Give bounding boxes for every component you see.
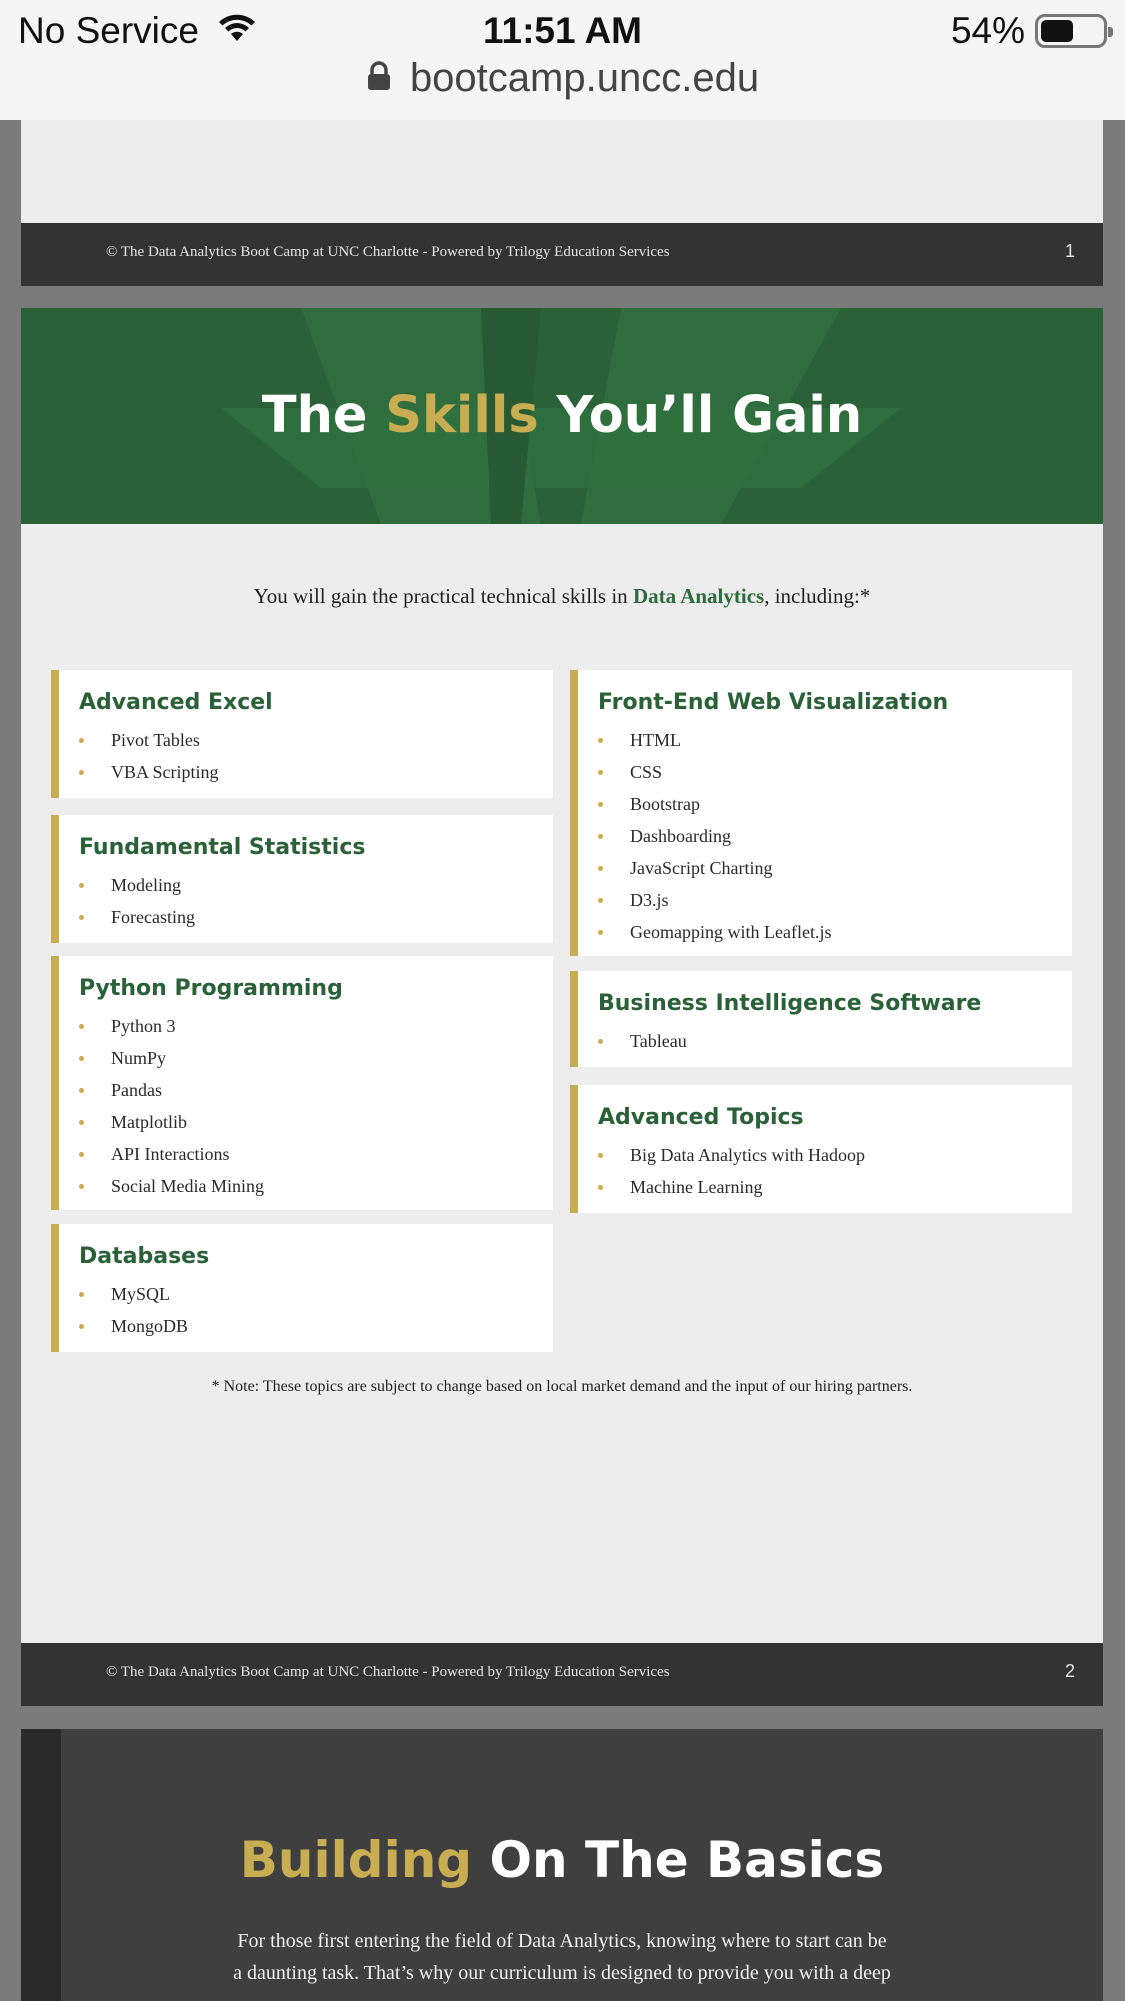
disclaimer-note: * Note: These topics are subject to chan… <box>211 1378 913 1395</box>
intro-part2: , including:* <box>764 584 871 608</box>
skill-list: Tableau <box>598 1025 687 1057</box>
intro-text: You will gain the practical technical sk… <box>21 584 1103 609</box>
battery-percent: 54% <box>950 10 1025 51</box>
card-title: Python Programming <box>79 976 343 1001</box>
title-highlight: Skills <box>385 386 539 445</box>
list-item: Big Data Analytics with Hadoop <box>598 1139 865 1171</box>
skill-list: Python 3 NumPy Pandas Matplotlib API Int… <box>79 1010 264 1202</box>
pdf-page-3: Building On The Basics For those first e… <box>21 1729 1103 2001</box>
list-item: Tableau <box>598 1025 687 1057</box>
skill-card-advanced-excel: Advanced Excel Pivot Tables VBA Scriptin… <box>51 670 553 798</box>
page-footer: © The Data Analytics Boot Camp at UNC Ch… <box>21 1643 1103 1706</box>
skill-list: Big Data Analytics with Hadoop Machine L… <box>598 1139 865 1203</box>
skill-list: Pivot Tables VBA Scripting <box>79 724 219 788</box>
intro-highlight: Data Analytics <box>632 584 765 608</box>
page-footer: © The Data Analytics Boot Camp at UNC Ch… <box>21 223 1103 286</box>
list-item: Bootstrap <box>598 788 831 820</box>
card-title: Business Intelligence Software <box>598 991 982 1016</box>
lock-icon <box>366 56 392 101</box>
title-rest: On The Basics <box>472 1831 885 1889</box>
list-item: Social Media Mining <box>79 1170 264 1202</box>
title-highlight: Building <box>239 1831 473 1889</box>
skill-card-advanced-topics: Advanced Topics Big Data Analytics with … <box>570 1085 1072 1213</box>
status-bar: No Service 11:51 AM 54% bootcamp.uncc.ed… <box>0 0 1125 120</box>
skill-card-databases: Databases MySQL MongoDB <box>51 1224 553 1352</box>
list-item: Pandas <box>79 1074 264 1106</box>
section-title: Building On The Basics <box>21 1831 1103 1889</box>
page-number: 2 <box>1064 1661 1075 1681</box>
list-item: Dashboarding <box>598 820 831 852</box>
footer-copyright: © The Data Analytics Boot Camp at UNC Ch… <box>106 244 670 260</box>
card-title: Databases <box>79 1244 210 1269</box>
skill-list: HTML CSS Bootstrap Dashboarding JavaScri… <box>598 724 831 948</box>
list-item: Geomapping with Leaflet.js <box>598 916 831 948</box>
list-item: Forecasting <box>79 901 195 933</box>
card-title: Front-End Web Visualization <box>598 690 949 715</box>
skill-card-business-intelligence-software: Business Intelligence Software Tableau <box>570 971 1072 1067</box>
list-item: Machine Learning <box>598 1171 865 1203</box>
pdf-page-1: © The Data Analytics Boot Camp at UNC Ch… <box>21 120 1103 286</box>
list-item: NumPy <box>79 1042 264 1074</box>
battery-group: 54% <box>950 10 1113 52</box>
list-item: Modeling <box>79 869 195 901</box>
section-body: For those first entering the field of Da… <box>161 1925 963 1989</box>
list-item: Pivot Tables <box>79 724 219 756</box>
body-line: For those first entering the field of Da… <box>237 1930 887 1952</box>
skill-list: Modeling Forecasting <box>79 869 195 933</box>
card-title: Advanced Topics <box>598 1105 804 1130</box>
hero-banner: The Skills You’ll Gain <box>21 308 1103 524</box>
skill-card-python-programming: Python Programming Python 3 NumPy Pandas… <box>51 956 553 1210</box>
battery-icon <box>1035 14 1113 48</box>
battery-level-fill <box>1041 20 1073 42</box>
url-text[interactable]: bootcamp.uncc.edu <box>410 56 759 101</box>
list-item: VBA Scripting <box>79 756 219 788</box>
page-number: 1 <box>1064 241 1075 261</box>
card-title: Advanced Excel <box>79 690 273 715</box>
address-bar[interactable]: bootcamp.uncc.edu <box>0 56 1125 101</box>
page-title: The Skills You’ll Gain <box>21 386 1103 445</box>
skill-card-fundamental-statistics: Fundamental Statistics Modeling Forecast… <box>51 815 553 943</box>
list-item: CSS <box>598 756 831 788</box>
intro-part1: You will gain the practical technical sk… <box>253 584 633 608</box>
list-item: D3.js <box>598 884 831 916</box>
list-item: API Interactions <box>79 1138 264 1170</box>
skill-card-front-end-web-visualization: Front-End Web Visualization HTML CSS Boo… <box>570 670 1072 956</box>
list-item: HTML <box>598 724 831 756</box>
title-part2: You’ll Gain <box>538 386 863 445</box>
list-item: MongoDB <box>79 1310 188 1342</box>
title-part1: The <box>261 386 386 445</box>
list-item: Matplotlib <box>79 1106 264 1138</box>
footer-copyright: © The Data Analytics Boot Camp at UNC Ch… <box>106 1664 670 1680</box>
card-title: Fundamental Statistics <box>79 835 366 860</box>
pdf-page-2: The Skills You’ll Gain You will gain the… <box>21 308 1103 1706</box>
list-item: JavaScript Charting <box>598 852 831 884</box>
body-line: a daunting task. That’s why our curricul… <box>233 1962 891 1984</box>
skill-list: MySQL MongoDB <box>79 1278 188 1342</box>
list-item: Python 3 <box>79 1010 264 1042</box>
list-item: MySQL <box>79 1278 188 1310</box>
